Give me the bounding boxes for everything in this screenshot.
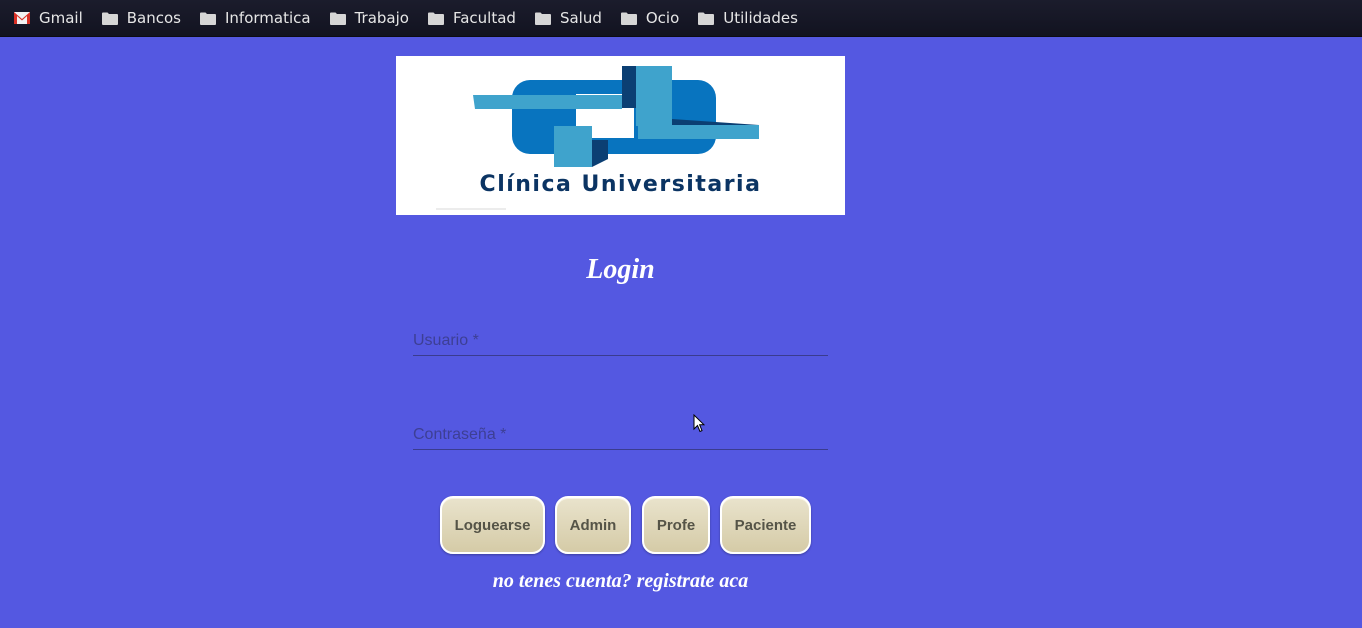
bookmarks-bar: Gmail Bancos Informatica Trabajo Faculta… [0, 0, 1362, 37]
logo-text: Clínica Universitaria [479, 172, 762, 197]
folder-icon [534, 12, 551, 25]
profe-button[interactable]: Profe [642, 496, 710, 554]
bookmark-label: Salud [559, 9, 602, 27]
bookmark-informatica[interactable]: Informatica [200, 9, 311, 27]
bookmark-utilidades[interactable]: Utilidades [698, 9, 798, 27]
folder-icon [101, 12, 118, 25]
password-field [413, 409, 828, 450]
bookmark-label: Informatica [225, 9, 311, 27]
login-title: Login [586, 254, 655, 285]
folder-icon [620, 12, 637, 25]
folder-icon [427, 12, 444, 25]
password-input[interactable] [413, 426, 828, 444]
bookmark-label: Facultad [452, 9, 516, 27]
bookmark-label: Trabajo [354, 9, 409, 27]
gmail-icon [14, 12, 30, 24]
folder-icon [698, 12, 715, 25]
username-input[interactable] [413, 332, 828, 350]
bookmark-bancos[interactable]: Bancos [101, 9, 181, 27]
admin-button[interactable]: Admin [555, 496, 631, 554]
username-field [413, 315, 828, 356]
bookmark-label: Gmail [39, 9, 83, 27]
bookmark-label: Utilidades [723, 9, 798, 27]
clinic-logo: Clínica Universitaria [396, 56, 845, 215]
bookmark-gmail[interactable]: Gmail [14, 9, 83, 27]
bookmark-label: Bancos [126, 9, 181, 27]
folder-icon [200, 12, 216, 25]
mouse-cursor-icon [693, 413, 706, 437]
login-button[interactable]: Loguearse [440, 496, 545, 554]
bookmark-salud[interactable]: Salud [534, 9, 602, 27]
folder-icon [329, 12, 346, 25]
register-link[interactable]: no tenes cuenta? registrate aca [396, 570, 845, 593]
bookmark-trabajo[interactable]: Trabajo [329, 9, 409, 27]
bookmark-label: Ocio [645, 9, 680, 27]
bookmark-facultad[interactable]: Facultad [427, 9, 516, 27]
paciente-button[interactable]: Paciente [720, 496, 811, 554]
bookmark-ocio[interactable]: Ocio [620, 9, 680, 27]
